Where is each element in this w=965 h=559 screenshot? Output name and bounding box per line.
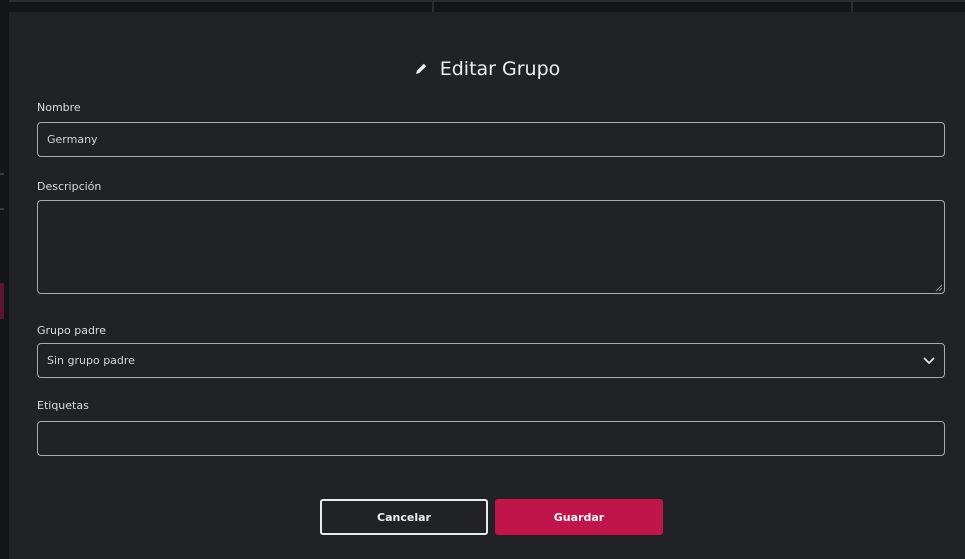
backdrop-divider [9, 0, 965, 2]
tags-input[interactable] [37, 421, 945, 456]
description-textarea[interactable] [37, 200, 945, 294]
name-label: Nombre [37, 101, 81, 114]
tags-label: Etiquetas [37, 399, 89, 412]
description-field-wrapper [37, 200, 945, 294]
backdrop-accent [0, 283, 4, 319]
backdrop-divider [0, 173, 4, 175]
chevron-down-icon [923, 357, 935, 364]
parent-group-select[interactable]: Sin grupo padre [37, 343, 945, 378]
dialog-title: Editar Grupo [9, 54, 965, 84]
backdrop-divider [0, 208, 4, 210]
pencil-icon [415, 63, 426, 74]
name-input[interactable] [37, 122, 945, 157]
backdrop-divider [851, 0, 853, 12]
parent-group-selected-value: Sin grupo padre [47, 354, 135, 367]
edit-group-dialog: Editar Grupo Nombre Descripción Grupo pa… [9, 12, 965, 559]
save-button[interactable]: Guardar [495, 499, 663, 535]
parent-group-label: Grupo padre [37, 324, 106, 337]
dialog-title-text: Editar Grupo [439, 58, 561, 80]
description-label: Descripción [37, 180, 102, 193]
resize-grip-icon[interactable] [935, 284, 942, 291]
cancel-button[interactable]: Cancelar [320, 499, 488, 535]
backdrop-divider [432, 0, 434, 12]
